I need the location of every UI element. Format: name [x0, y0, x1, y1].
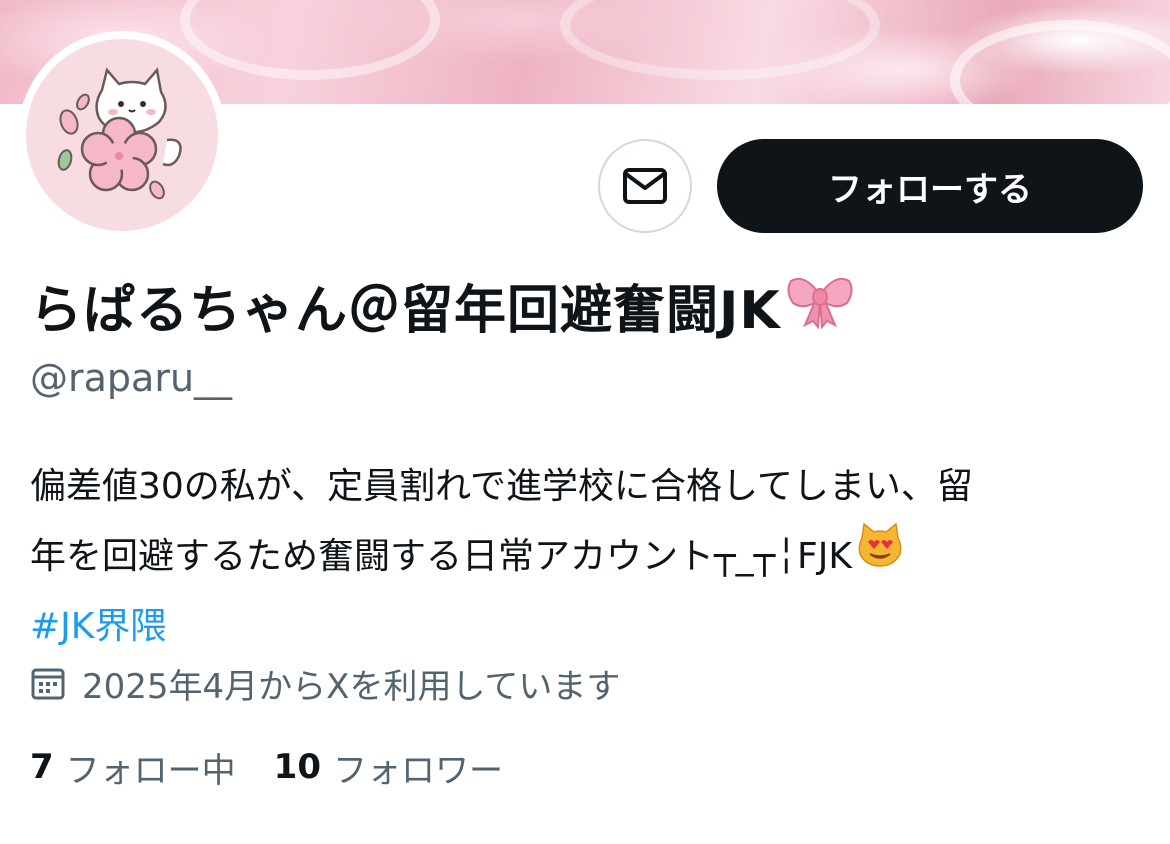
following-label: フォロー中: [65, 750, 236, 791]
avatar-image: [26, 39, 218, 231]
bio-line: 年を回避するため奮闘する日常アカウント┬_┬╎FJK: [30, 522, 1155, 592]
ribbon-emoji: [785, 269, 855, 342]
message-button[interactable]: [598, 139, 692, 233]
display-name-text: らぱるちゃん＠留年回避奮闘JK: [30, 280, 781, 341]
heart-eyes-cat-emoji: [856, 522, 904, 592]
avatar[interactable]: [18, 31, 226, 239]
following-link[interactable]: 7 フォロー中: [30, 743, 236, 792]
profile-handle: @raparu__: [30, 356, 233, 400]
follow-stats: 7 フォロー中 10 フォロワー: [30, 742, 541, 792]
profile-display-name: らぱるちゃん＠留年回避奮闘JK: [30, 269, 855, 342]
banner-decoration: [180, 0, 440, 80]
follow-button[interactable]: フォローする: [717, 139, 1143, 233]
join-date-text: 2025年4月からXを利用しています: [82, 666, 621, 707]
calendar-icon: [31, 668, 65, 700]
followers-count: 10: [273, 747, 321, 787]
following-count: 7: [30, 747, 54, 787]
mail-icon: [623, 168, 667, 204]
banner-decoration: [950, 20, 1170, 140]
bio-line: 偏差値30の私が、定員割れで進学校に合格してしまい、留: [30, 466, 973, 507]
bio-text: 年を回避するため奮闘する日常アカウント┬_┬╎FJK: [30, 536, 852, 577]
cat-sakura-illustration: [57, 67, 182, 200]
banner-decoration: [560, 0, 880, 80]
followers-link[interactable]: 10 フォロワー: [274, 743, 503, 792]
profile-bio: 偏差値30の私が、定員割れで進学校に合格してしまい、留 年を回避するため奮闘する…: [30, 452, 1155, 662]
join-date: 2025年4月からXを利用しています: [30, 658, 620, 708]
hashtag-link[interactable]: #JK界隈: [30, 592, 1155, 662]
followers-label: フォロワー: [333, 750, 503, 791]
